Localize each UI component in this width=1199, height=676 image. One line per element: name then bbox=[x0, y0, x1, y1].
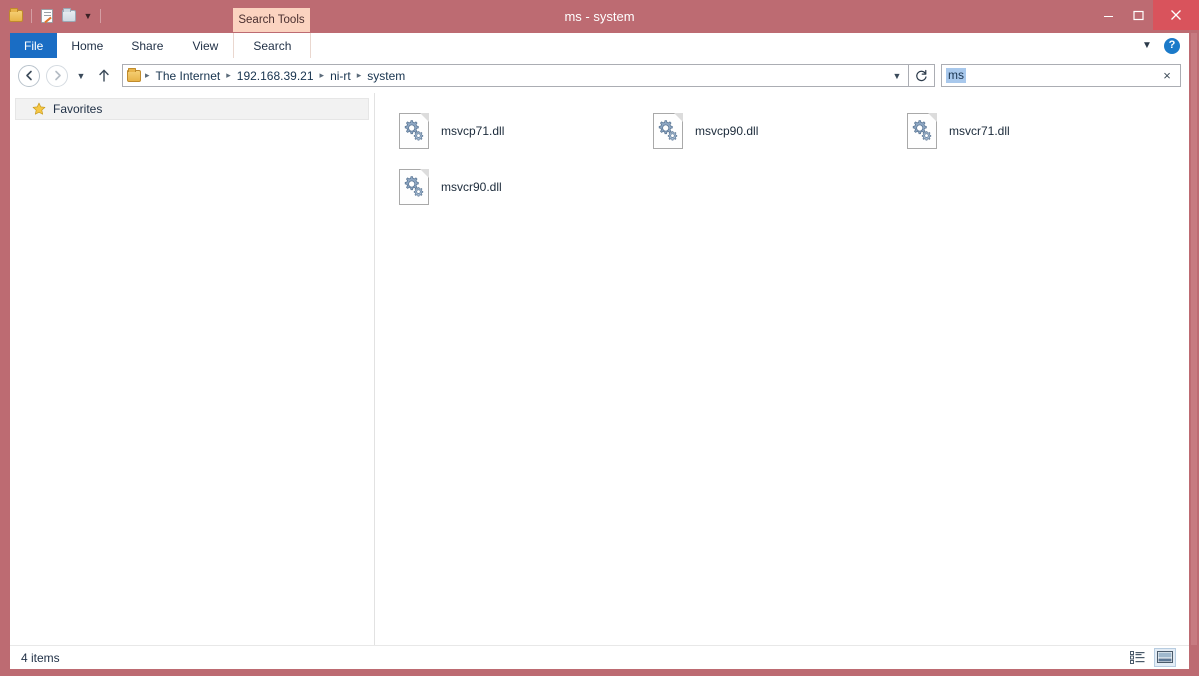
status-bar: 4 items bbox=[10, 645, 1189, 669]
search-input-value: ms bbox=[946, 67, 966, 84]
search-input[interactable]: ms × bbox=[941, 64, 1181, 87]
dll-file-icon bbox=[907, 113, 937, 149]
breadcrumb-item-system[interactable]: system bbox=[363, 69, 409, 83]
breadcrumb-folder-icon bbox=[127, 67, 141, 82]
title-bar: ▼ Search Tools ms - system bbox=[0, 0, 1199, 33]
new-folder-icon[interactable] bbox=[37, 6, 57, 26]
chevron-down-icon[interactable]: ▼ bbox=[1140, 40, 1154, 51]
breadcrumb-item-ni-rt[interactable]: ni-rt bbox=[326, 69, 355, 83]
file-list-pane[interactable]: msvcp71.dll msvcp90.dll msvcr71.dll msvc… bbox=[375, 93, 1189, 645]
breadcrumb-item-host[interactable]: 192.168.39.21 bbox=[233, 69, 318, 83]
content-area: Favorites msvcp71.dll msvcp90.dll msvcr7… bbox=[10, 93, 1189, 645]
window-title: ms - system bbox=[564, 9, 635, 24]
explorer-window: ▼ Search Tools ms - system File Home Sha… bbox=[0, 0, 1199, 676]
file-grid: msvcp71.dll msvcp90.dll msvcr71.dll msvc… bbox=[393, 103, 1189, 215]
forward-button[interactable] bbox=[46, 64, 68, 87]
sidebar-item-label: Favorites bbox=[53, 102, 103, 116]
contextual-tab-title: Search Tools bbox=[233, 8, 310, 32]
breadcrumb-separator: ▸ bbox=[226, 70, 231, 80]
file-name: msvcp71.dll bbox=[441, 124, 505, 138]
tab-view[interactable]: View bbox=[177, 33, 233, 58]
file-name: msvcr71.dll bbox=[949, 124, 1010, 138]
details-view-icon[interactable] bbox=[1126, 648, 1148, 667]
minimize-button[interactable] bbox=[1093, 0, 1123, 30]
navigation-pane: Favorites bbox=[10, 93, 375, 645]
list-item[interactable]: msvcr71.dll bbox=[901, 103, 1155, 159]
rename-icon[interactable] bbox=[59, 6, 79, 26]
up-button[interactable] bbox=[94, 65, 114, 87]
list-item[interactable]: msvcp90.dll bbox=[647, 103, 901, 159]
address-bar-row: ▼ ▸ The Internet ▸ 192.168.39.21 ▸ ni-rt… bbox=[10, 58, 1189, 93]
list-item[interactable]: msvcr90.dll bbox=[393, 159, 647, 215]
refresh-button[interactable] bbox=[909, 64, 935, 87]
qat-separator-2 bbox=[100, 9, 101, 23]
close-button[interactable] bbox=[1153, 0, 1199, 30]
folder-icon[interactable] bbox=[6, 6, 26, 26]
list-item[interactable]: msvcp71.dll bbox=[393, 103, 647, 159]
ribbon-tab-strip: File Home Share View Search ▼ ? bbox=[10, 33, 1189, 58]
large-icons-view-icon[interactable] bbox=[1154, 648, 1176, 667]
window-controls bbox=[1093, 0, 1199, 30]
tab-home[interactable]: Home bbox=[57, 33, 117, 58]
qat-separator-1 bbox=[31, 9, 32, 23]
star-icon bbox=[32, 102, 46, 116]
customize-chevron-icon[interactable]: ▼ bbox=[81, 7, 95, 25]
close-icon[interactable]: × bbox=[1158, 67, 1176, 85]
dll-file-icon bbox=[399, 113, 429, 149]
help-icon[interactable]: ? bbox=[1164, 37, 1180, 54]
breadcrumb-dropdown-icon[interactable]: ▼ bbox=[886, 65, 908, 86]
recent-locations-chevron-icon[interactable]: ▼ bbox=[72, 65, 90, 87]
breadcrumb-item-the-internet[interactable]: The Internet bbox=[152, 69, 225, 83]
maximize-button[interactable] bbox=[1123, 0, 1153, 30]
window-scrollbar[interactable] bbox=[1189, 33, 1199, 645]
file-name: msvcp90.dll bbox=[695, 124, 759, 138]
dll-file-icon bbox=[653, 113, 683, 149]
item-count-label: 4 items bbox=[21, 650, 60, 665]
breadcrumb-separator: ▸ bbox=[356, 70, 362, 80]
sidebar-item-favorites[interactable]: Favorites bbox=[15, 98, 369, 120]
dll-file-icon bbox=[399, 169, 429, 205]
tab-search[interactable]: Search bbox=[233, 33, 312, 58]
breadcrumb[interactable]: ▸ The Internet ▸ 192.168.39.21 ▸ ni-rt ▸… bbox=[122, 64, 909, 87]
quick-access-toolbar: ▼ bbox=[6, 5, 104, 27]
scrollbar-track[interactable] bbox=[1191, 33, 1197, 645]
tab-file[interactable]: File bbox=[10, 33, 58, 58]
ribbon-right-controls: ▼ ? bbox=[1140, 33, 1189, 58]
file-name: msvcr90.dll bbox=[441, 180, 502, 194]
breadcrumb-separator: ▸ bbox=[319, 70, 325, 80]
tab-share[interactable]: Share bbox=[117, 33, 177, 58]
back-button[interactable] bbox=[18, 64, 40, 87]
breadcrumb-separator: ▸ bbox=[145, 70, 150, 80]
view-toggle-group bbox=[1126, 648, 1189, 667]
